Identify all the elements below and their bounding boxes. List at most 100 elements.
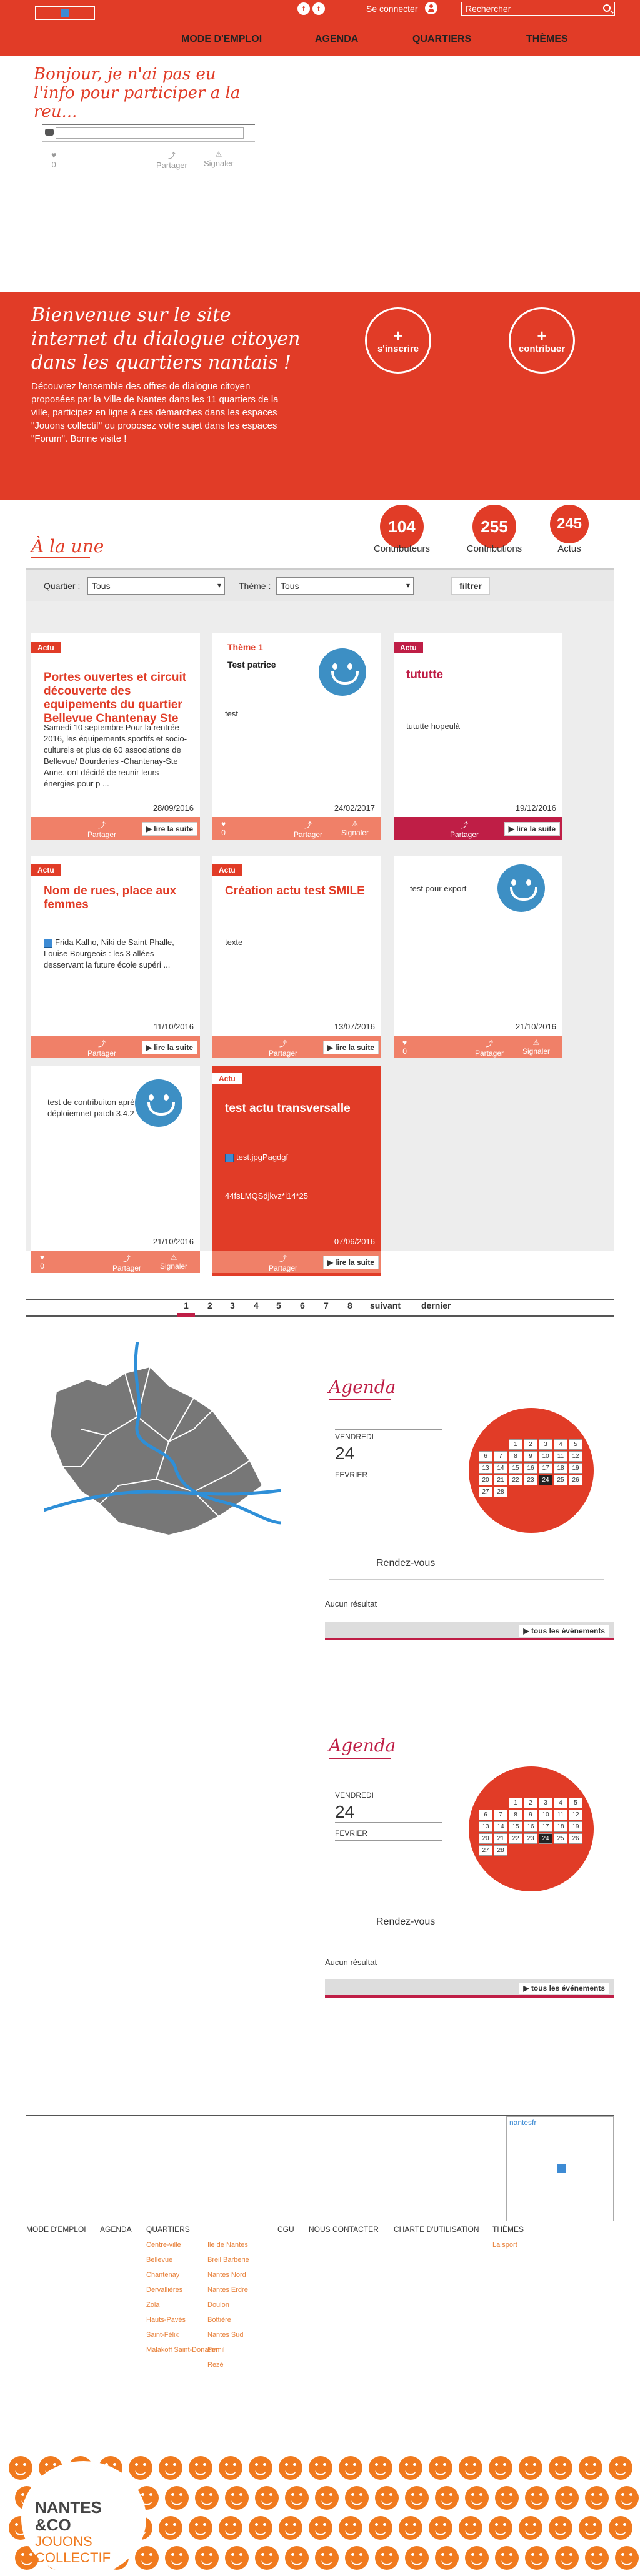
featured-post-title[interactable]: Bonjour, je n'ai pas eu l'info pour part… (34, 65, 252, 121)
calendar-day[interactable]: 17 (539, 1821, 552, 1832)
share-button[interactable]: ⤴ Partager (156, 150, 188, 170)
calendar-day[interactable]: 4 (554, 1798, 568, 1808)
neighborhoods-map[interactable] (44, 1342, 281, 1548)
footer-quartier-link[interactable]: Ile de Nantes (208, 2237, 249, 2252)
share-button[interactable]: ⤴ Partager (88, 820, 116, 839)
calendar-day[interactable]: 27 (479, 1845, 492, 1856)
calendar-day[interactable]: 14 (494, 1821, 508, 1832)
page-link-6[interactable]: 6 (300, 1300, 305, 1310)
nav-agenda[interactable]: AGENDA (315, 34, 358, 45)
news-card[interactable]: Actu Portes ouvertes et circuit découver… (31, 633, 200, 840)
contribution-card[interactable]: Thème 1 Test patrice test 24/02/2017 ♥ 0 … (212, 633, 381, 840)
calendar-day[interactable]: 5 (569, 1439, 582, 1450)
card-title[interactable]: test de contribuiton après déploiemnet p… (48, 1097, 141, 1119)
calendar-day[interactable]: 4 (554, 1439, 568, 1450)
report-button[interactable]: ⚠ Signaler (522, 1038, 550, 1056)
login-link[interactable]: Se connecter (366, 4, 418, 14)
news-card[interactable]: Actu test actu transversalle test.jpgPag… (212, 1066, 381, 1276)
read-more-button[interactable]: ▶ lire la suite (504, 822, 560, 836)
month-name[interactable]: FEVRIER (335, 1823, 442, 1840)
card-title[interactable]: test pour export (410, 883, 466, 894)
news-card[interactable]: Actu Nom de rues, place aux femmes Frida… (31, 856, 200, 1058)
footer-quartier-link[interactable]: Doulon (208, 2297, 249, 2312)
like-button[interactable]: ♥ 0 (221, 820, 226, 837)
calendar-grid[interactable]: 1 2 3 4 5 6 7 8 9 10 11 12 13 14 15 16 17 18 19 20 21 22 23 24 2… (479, 1798, 582, 1856)
date-picker[interactable]: VENDREDI 24 FEVRIER (335, 1429, 442, 1482)
calendar-day[interactable]: 1 (509, 1439, 522, 1450)
read-more-button[interactable]: ▶ lire la suite (322, 1256, 379, 1269)
calendar-day[interactable]: 18 (554, 1463, 568, 1474)
calendar-day[interactable]: 27 (479, 1487, 492, 1497)
next-page-link[interactable]: suivant (370, 1300, 401, 1310)
calendar-day[interactable]: 12 (569, 1451, 582, 1462)
calendar-day[interactable]: 3 (539, 1439, 552, 1450)
all-events-button[interactable]: ▶ tous les événements (519, 1625, 609, 1637)
calendar-day[interactable]: 10 (539, 1810, 552, 1820)
share-button[interactable]: ⤴ Partager (294, 820, 322, 839)
calendar-day[interactable]: 3 (539, 1798, 552, 1808)
calendar-day[interactable]: 22 (509, 1833, 522, 1844)
contribution-card[interactable]: test de contribuiton après déploiemnet p… (31, 1066, 200, 1276)
date-picker[interactable]: VENDREDI 24 FEVRIER (335, 1788, 442, 1841)
calendar-day[interactable]: 25 (554, 1475, 568, 1485)
calendar-day[interactable]: 15 (509, 1821, 522, 1832)
calendar-day[interactable]: 18 (554, 1821, 568, 1832)
calendar-day[interactable]: 28 (494, 1487, 508, 1497)
twitter-icon[interactable]: t (312, 2, 325, 15)
calendar-day[interactable]: 13 (479, 1463, 492, 1474)
social-widget[interactable]: nantesfr (506, 2116, 614, 2221)
signup-button[interactable]: + s'inscrire (365, 307, 431, 374)
calendar-day[interactable]: 9 (524, 1451, 538, 1462)
calendar-day[interactable]: 19 (569, 1821, 582, 1832)
calendar-day[interactable]: 8 (509, 1810, 522, 1820)
user-icon[interactable] (425, 2, 438, 14)
share-button[interactable]: ⤴ Partager (112, 1253, 141, 1272)
news-card[interactable]: Actu Création actu test SMILE texte 13/0… (212, 856, 381, 1058)
footer-quartier-link[interactable]: Nantes Nord (208, 2267, 249, 2282)
card-title[interactable]: tututte (406, 668, 443, 682)
footer-quartier-link[interactable]: Nantes Erdre (208, 2282, 249, 2297)
calendar-day[interactable]: 9 (524, 1810, 538, 1820)
card-link[interactable]: test.jpgPagdgf (225, 1152, 288, 1163)
like-button[interactable]: ♥ 0 (402, 1038, 407, 1056)
last-page-link[interactable]: dernier (421, 1300, 451, 1310)
site-logo[interactable] (35, 6, 95, 20)
calendar-day[interactable]: 10 (539, 1451, 552, 1462)
calendar-day[interactable]: 1 (509, 1798, 522, 1808)
footer-link-agenda[interactable]: AGENDA (100, 2225, 132, 2234)
calendar-day[interactable]: 23 (524, 1833, 538, 1844)
share-button[interactable]: ⤴ Partager (475, 1038, 504, 1058)
quartier-select[interactable]: Tous (88, 577, 225, 595)
like-button[interactable]: ♥ 0 (40, 1253, 44, 1271)
page-link-3[interactable]: 3 (230, 1300, 235, 1310)
calendar-day[interactable]: 14 (494, 1463, 508, 1474)
calendar-day[interactable]: 2 (524, 1439, 538, 1450)
calendar-day[interactable]: 2 (524, 1798, 538, 1808)
share-button[interactable]: ⤴ Partager (88, 1038, 116, 1058)
filter-button[interactable]: filtrer (451, 577, 490, 595)
search-icon[interactable] (603, 4, 611, 12)
report-button[interactable]: ⚠ Signaler (204, 150, 234, 168)
contribute-button[interactable]: + contribuer (509, 307, 575, 374)
footer-quartier-link[interactable]: Breil Barberie (208, 2252, 249, 2267)
calendar-day[interactable]: 16 (524, 1821, 538, 1832)
page-link-7[interactable]: 7 (324, 1300, 329, 1310)
comment-field[interactable] (56, 127, 244, 139)
share-button[interactable]: ⤴ Partager (269, 1038, 298, 1058)
card-title[interactable]: Test patrice (228, 660, 276, 670)
calendar-day[interactable]: 11 (554, 1451, 568, 1462)
contribution-card[interactable]: test pour export 21/10/2016 ♥ 0 ⤴ Partager… (394, 856, 562, 1058)
footer-quartier-link[interactable]: Nantes Sud (208, 2327, 249, 2342)
footer-link-cgu[interactable]: CGU (278, 2225, 294, 2234)
calendar-day[interactable]: 22 (509, 1475, 522, 1485)
calendar-day[interactable]: 21 (494, 1833, 508, 1844)
news-card[interactable]: Actu tututte tututte hopeulà 19/12/2016 … (394, 633, 562, 840)
report-button[interactable]: ⚠ Signaler (160, 1253, 188, 1271)
calendar-day[interactable]: 8 (509, 1451, 522, 1462)
calendar-day[interactable]: 13 (479, 1821, 492, 1832)
footer-link-contact[interactable]: NOUS CONTACTER (309, 2225, 379, 2234)
page-link-2[interactable]: 2 (208, 1300, 212, 1310)
footer-theme-link[interactable]: La sport (492, 2237, 518, 2252)
calendar-grid[interactable]: 1 2 3 4 5 6 7 8 9 10 11 12 13 14 15 16 17 18 19 20 21 22 23 24 2… (479, 1439, 582, 1497)
calendar-day[interactable]: 7 (494, 1810, 508, 1820)
